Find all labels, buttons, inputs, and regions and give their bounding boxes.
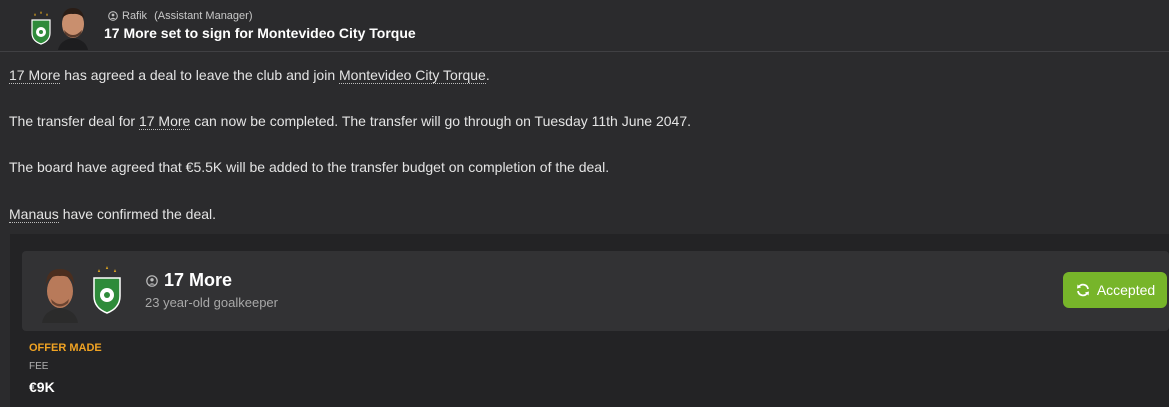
fee-label: FEE bbox=[29, 361, 49, 372]
sender-role: (Assistant Manager) bbox=[154, 10, 253, 22]
player-description: 23 year-old goalkeeper bbox=[145, 295, 278, 310]
person-icon bbox=[108, 11, 118, 21]
paragraph-text: can now be completed. The transfer will … bbox=[190, 113, 692, 129]
player-card bbox=[22, 251, 1169, 331]
player-name[interactable]: 17 More bbox=[146, 270, 232, 291]
sender-name[interactable]: Rafik bbox=[122, 10, 147, 22]
player-name-text[interactable]: 17 More bbox=[164, 270, 232, 291]
player-link[interactable]: 17 More bbox=[138, 113, 191, 130]
paragraph-text: has agreed a deal to leave the club and … bbox=[60, 67, 340, 83]
message-paragraph-2: The transfer deal for 17 More can now be… bbox=[9, 113, 692, 130]
refresh-icon bbox=[1076, 283, 1089, 297]
accepted-label: Accepted bbox=[1096, 282, 1156, 298]
accepted-status-button[interactable]: Accepted bbox=[1063, 272, 1167, 308]
player-avatar[interactable] bbox=[38, 263, 82, 323]
person-icon bbox=[146, 274, 158, 287]
paragraph-text: have confirmed the deal. bbox=[58, 206, 217, 222]
message-subject: 17 More set to sign for Montevideo City … bbox=[104, 25, 416, 41]
message-paragraph-4: Manaus have confirmed the deal. bbox=[9, 206, 217, 223]
message-paragraph-1: 17 More has agreed a deal to leave the c… bbox=[9, 67, 490, 84]
fee-value: €9K bbox=[29, 379, 55, 395]
paragraph-text: The transfer deal for bbox=[9, 113, 139, 129]
assistant-manager-avatar[interactable] bbox=[54, 4, 92, 50]
sender-line: Rafik (Assistant Manager) bbox=[108, 10, 253, 22]
offer-made-label: OFFER MADE bbox=[29, 342, 102, 354]
message-header: Rafik (Assistant Manager) 17 More set to… bbox=[0, 0, 1169, 52]
paragraph-text: . bbox=[485, 67, 490, 83]
message-paragraph-3: The board have agreed that €5.5K will be… bbox=[9, 159, 610, 175]
player-link[interactable]: 17 More bbox=[9, 67, 61, 84]
club-link[interactable]: Manaus bbox=[9, 206, 59, 223]
club-link[interactable]: Montevideo City Torque bbox=[339, 67, 486, 84]
club-crest-icon[interactable] bbox=[30, 11, 52, 45]
club-crest-icon[interactable] bbox=[92, 266, 122, 314]
